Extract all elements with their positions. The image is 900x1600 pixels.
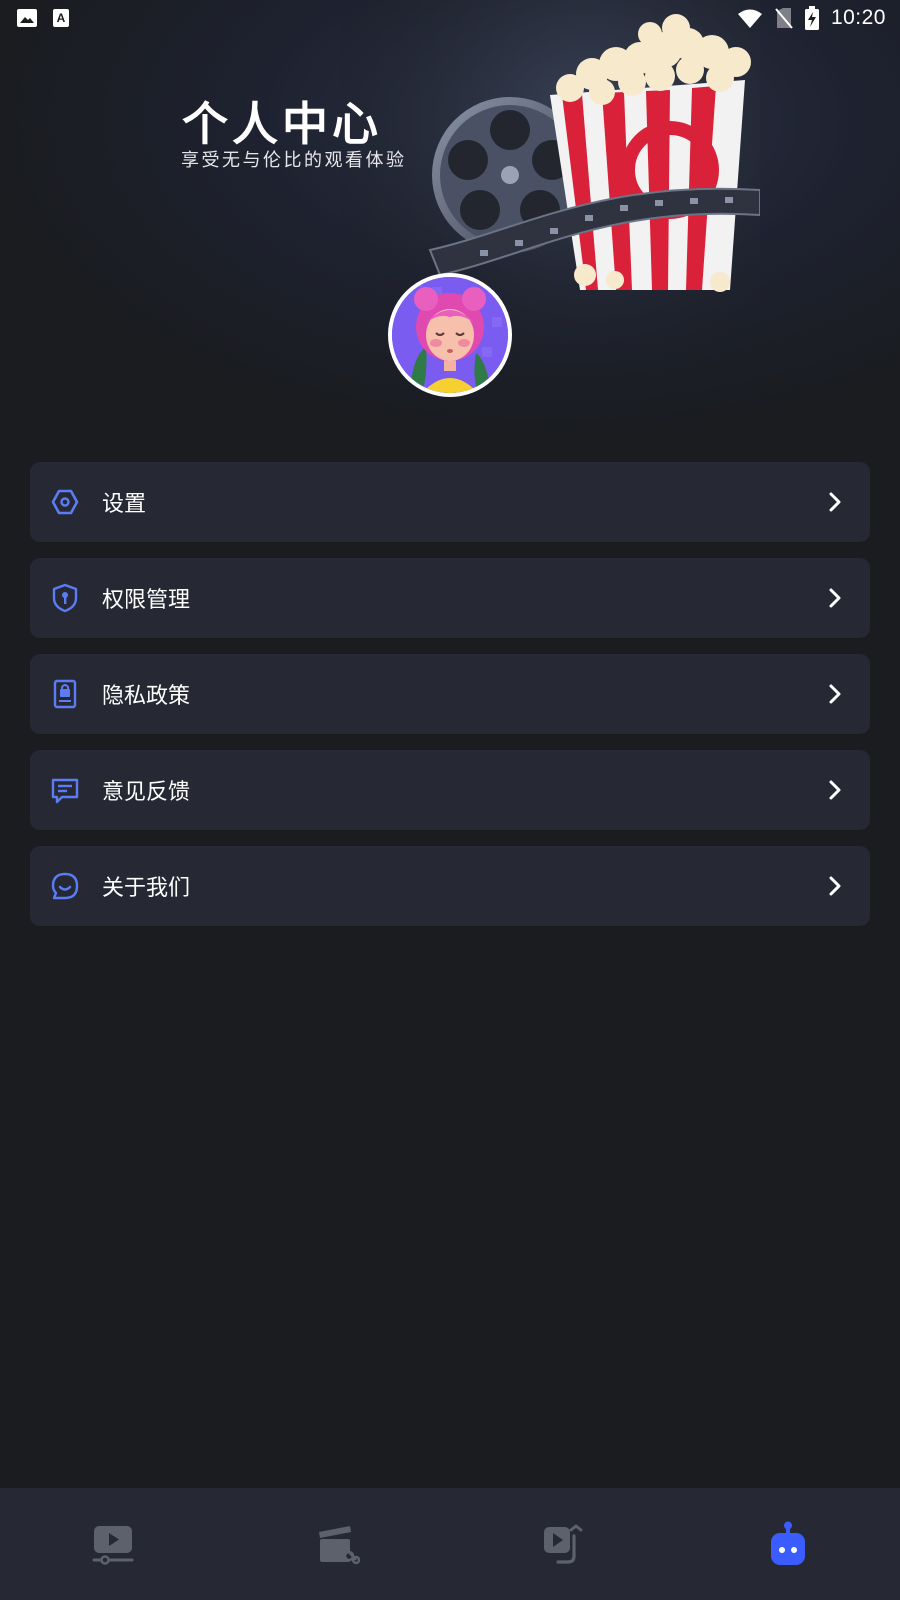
avatar[interactable]	[388, 273, 512, 397]
shield-icon	[50, 583, 80, 613]
gallery-icon	[17, 9, 37, 27]
battery-charging-icon	[804, 6, 819, 30]
chevron-right-icon	[829, 492, 841, 512]
chevron-right-icon	[829, 876, 841, 896]
status-time: 10:20	[830, 6, 886, 29]
nav-tab-videos[interactable]	[0, 1488, 225, 1600]
status-bar: A 10:20	[0, 0, 900, 36]
menu-item-feedback[interactable]: 意见反馈	[30, 750, 870, 830]
page-subtitle: 享受无与伦比的观看体验	[181, 150, 407, 171]
menu-item-label: 关于我们	[102, 876, 191, 901]
menu-item-settings[interactable]: 设置	[30, 462, 870, 542]
chevron-right-icon	[829, 684, 841, 704]
clapper-edit-icon	[318, 1526, 360, 1565]
menu-item-label: 设置	[102, 492, 147, 517]
svg-text:A: A	[57, 11, 66, 25]
smiley-chat-icon	[50, 871, 80, 901]
page-title: 个人中心	[182, 97, 382, 151]
nav-tab-profile[interactable]	[675, 1488, 900, 1600]
no-sim-icon	[775, 8, 793, 29]
nav-tab-edit[interactable]	[225, 1488, 450, 1600]
chevron-right-icon	[829, 780, 841, 800]
menu-item-privacy[interactable]: 隐私政策	[30, 654, 870, 734]
menu-item-permissions[interactable]: 权限管理	[30, 558, 870, 638]
menu-item-about[interactable]: 关于我们	[30, 846, 870, 926]
nav-tab-convert[interactable]	[450, 1488, 675, 1600]
settings-icon	[50, 487, 80, 517]
keyboard-a-icon: A	[53, 9, 69, 27]
bottom-navigation	[0, 1488, 900, 1600]
avatar-image	[392, 277, 508, 393]
video-play-icon	[92, 1526, 133, 1565]
feedback-message-icon	[50, 775, 80, 805]
video-convert-icon	[543, 1524, 582, 1564]
menu-item-label: 隐私政策	[102, 684, 191, 709]
chevron-right-icon	[829, 588, 841, 608]
privacy-lock-icon	[50, 679, 80, 709]
menu-item-label: 权限管理	[102, 588, 191, 613]
robot-profile-icon	[770, 1521, 805, 1565]
settings-menu: 设置 权限管理 隐私政策 意见反馈 关于我们	[30, 462, 870, 942]
wifi-icon	[737, 9, 762, 28]
menu-item-label: 意见反馈	[102, 780, 191, 805]
